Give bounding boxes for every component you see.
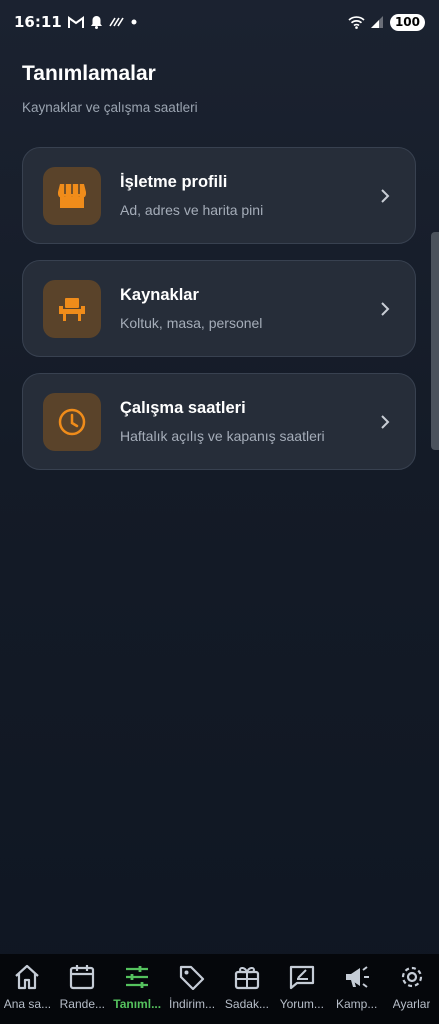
- tag-icon: [179, 965, 205, 990]
- definitions-list: İşletme profili Ad, adres ve harita pini…: [22, 147, 416, 486]
- nav-label: Ayarlar: [392, 997, 431, 1011]
- working-hours-card[interactable]: Çalışma saatleri Haftalık açılış ve kapa…: [22, 373, 416, 470]
- nav-item-home[interactable]: Ana sa...: [0, 954, 55, 1024]
- page-header: Tanımlamalar Kaynaklar ve çalışma saatle…: [22, 62, 198, 115]
- nav-label: Yorum...: [279, 997, 324, 1011]
- status-time: 16:11: [14, 13, 62, 31]
- home-icon: [15, 964, 40, 990]
- card-description: Ad, adres ve harita pini: [120, 202, 264, 218]
- wifi-icon: [348, 15, 365, 29]
- nav-label: Rande...: [59, 997, 105, 1011]
- card-title: Kaynaklar: [120, 286, 199, 304]
- card-title: İşletme profili: [120, 173, 228, 191]
- dot-icon: [131, 19, 137, 25]
- nav-item-reviews[interactable]: Yorum...: [274, 954, 329, 1024]
- gift-card-icon: [234, 966, 260, 990]
- nav-item-appointments[interactable]: Rande...: [55, 954, 110, 1024]
- nfc-icon: [109, 17, 125, 27]
- nav-item-discounts[interactable]: İndirim...: [165, 954, 220, 1024]
- status-bar: 16:11 100: [0, 0, 439, 44]
- signal-icon: [370, 16, 384, 28]
- chair-icon: [43, 279, 101, 338]
- bottom-navigation: Ana sa... Rande... Tanıml... İndirim... …: [0, 954, 439, 1024]
- gmail-icon: [67, 15, 84, 29]
- nav-item-campaigns[interactable]: Kamp...: [329, 954, 384, 1024]
- nav-item-loyalty[interactable]: Sadak...: [220, 954, 275, 1024]
- chevron-right-icon: [375, 414, 395, 429]
- review-icon: [289, 965, 314, 990]
- page-title: Tanımlamalar: [22, 62, 156, 85]
- battery-level: 100: [389, 13, 425, 31]
- nav-label: İndirim...: [169, 997, 216, 1011]
- resources-card[interactable]: Kaynaklar Koltuk, masa, personel: [22, 260, 416, 357]
- nav-label: Tanıml...: [113, 997, 162, 1011]
- nav-label: Sadak...: [224, 997, 269, 1011]
- chevron-right-icon: [375, 301, 395, 316]
- bell-icon: [90, 15, 103, 29]
- card-description: Koltuk, masa, personel: [120, 315, 263, 331]
- card-title: Çalışma saatleri: [120, 399, 246, 417]
- card-description: Haftalık açılış ve kapanış saatleri: [120, 428, 325, 444]
- clock-icon: [43, 392, 101, 451]
- gear-icon: [401, 966, 422, 988]
- nav-label: Kamp...: [336, 997, 378, 1011]
- nav-label: Ana sa...: [3, 997, 52, 1011]
- nav-item-settings[interactable]: Ayarlar: [384, 954, 439, 1024]
- nav-item-definitions[interactable]: Tanıml...: [110, 954, 165, 1024]
- megaphone-icon: [345, 966, 369, 988]
- chevron-right-icon: [375, 188, 395, 203]
- page-subtitle: Kaynaklar ve çalışma saatleri: [22, 100, 198, 115]
- storefront-icon: [43, 166, 101, 225]
- business-profile-card[interactable]: İşletme profili Ad, adres ve harita pini: [22, 147, 416, 244]
- calendar-icon: [70, 965, 95, 990]
- scrollbar-thumb[interactable]: [431, 232, 439, 450]
- sliders-icon: [126, 966, 149, 988]
